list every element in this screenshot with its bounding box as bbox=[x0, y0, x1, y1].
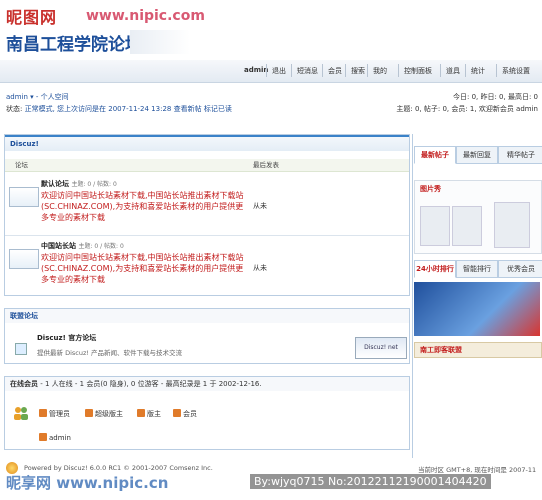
nav-stats[interactable]: 统计 bbox=[471, 66, 485, 76]
status-line: 状态: 正常模式, 您上次访问是在 2007-11-24 13:28 查看新帖 … bbox=[6, 104, 232, 114]
user-admin-icon bbox=[39, 433, 47, 441]
legend-member: 会员 bbox=[173, 409, 197, 419]
legend-mod: 版主 bbox=[137, 409, 161, 419]
tab-top-members[interactable]: 优秀会员 bbox=[498, 260, 542, 278]
nav-separator bbox=[367, 64, 368, 77]
union-forum-desc: 提供最新 Discuz! 产品新闻、软件下载与技术交流 bbox=[37, 349, 183, 357]
footer-powered: Powered by Discuz! 6.0.0 RC1 © 2001-2007… bbox=[24, 464, 213, 472]
nav-separator bbox=[266, 64, 267, 77]
nav-separator bbox=[398, 64, 399, 77]
forum-name[interactable]: 中国站长站 主题: 0 / 帖数: 0 bbox=[41, 241, 124, 251]
forum-lastpost: 从未 bbox=[253, 264, 267, 272]
legend-admin: 管理员 bbox=[39, 409, 70, 419]
banner-image[interactable] bbox=[414, 282, 540, 336]
forum-icon bbox=[9, 249, 39, 269]
forum-lastpost: 从未 bbox=[253, 202, 267, 210]
footer-watermark: 昵享网 www.nipic.cn bbox=[6, 474, 169, 492]
user-link[interactable]: admin bbox=[6, 93, 28, 101]
forum-description: 欢迎访问中国站长站素材下载,中国站长站推出素材下载站(SC.CHINAZ.COM… bbox=[41, 191, 244, 222]
thumbnail-image[interactable] bbox=[452, 206, 482, 246]
thumbnail-image[interactable] bbox=[494, 202, 530, 248]
forum-description: 欢迎访问中国站长站素材下载,中国站长站推出素材下载站(SC.CHINAZ.COM… bbox=[41, 253, 244, 284]
nav-separator bbox=[345, 64, 346, 77]
nav-bar bbox=[0, 60, 542, 83]
online-box-title[interactable]: 在线会员 - 1 人在线 - 1 会员(0 隐身), 0 位游客 - 最高纪录是… bbox=[5, 377, 409, 391]
tab-latest-replies[interactable]: 最新回复 bbox=[456, 146, 498, 164]
nav-settings[interactable]: 系统设置 bbox=[502, 66, 530, 76]
dropdown-arrow-icon[interactable]: ▾ bbox=[30, 93, 34, 101]
online-user[interactable]: admin bbox=[39, 433, 71, 442]
user-member-icon bbox=[173, 409, 181, 417]
nav-messages[interactable]: 短消息 bbox=[297, 66, 318, 76]
space-link[interactable]: 个人空间 bbox=[41, 93, 69, 101]
forum-icon bbox=[9, 187, 39, 207]
col-forum-label: 论坛 bbox=[15, 161, 28, 169]
nav-separator bbox=[291, 64, 292, 77]
union-logo[interactable]: Discuz! net bbox=[355, 337, 407, 359]
legend-super-mod: 超级版主 bbox=[85, 409, 123, 419]
forum-box-title[interactable]: Discuz! bbox=[5, 135, 409, 151]
tab-smart-rank[interactable]: 智能排行 bbox=[456, 260, 498, 278]
watermark-logo: 昵图网 bbox=[6, 8, 58, 27]
nav-control-panel[interactable]: 控制面板 bbox=[404, 66, 432, 76]
stats-today: 今日: 0, 昨日: 0, 最高日: 0 bbox=[452, 93, 538, 101]
nav-search[interactable]: 搜索 bbox=[351, 66, 365, 76]
union-forum-name[interactable]: Discuz! 官方论坛 bbox=[37, 333, 96, 343]
footer-by-label: By:wjyq0715 No:20122112190001404420 bbox=[250, 474, 491, 489]
picture-show-label: 图片秀 bbox=[420, 185, 441, 193]
nav-props[interactable]: 道具 bbox=[446, 66, 460, 76]
nav-members[interactable]: 会员 bbox=[328, 66, 342, 76]
nav-logout[interactable]: 退出 bbox=[272, 66, 286, 76]
footer-time: 当前时区 GMT+8, 现在时间是 2007-11 bbox=[418, 466, 537, 474]
nav-separator bbox=[496, 64, 497, 77]
user-mod-icon bbox=[137, 409, 145, 417]
col-lastpost-label: 最后发表 bbox=[253, 161, 279, 169]
header-decoration bbox=[130, 30, 190, 54]
union-box: 联盟论坛 Discuz! 官方论坛 提供最新 Discuz! 产品新闻、软件下载… bbox=[4, 308, 410, 364]
tab-latest-posts[interactable]: 最新帖子 bbox=[414, 146, 456, 164]
union-box-title[interactable]: 联盟论坛 bbox=[5, 309, 409, 323]
nav-separator bbox=[465, 64, 466, 77]
nav-username[interactable]: admin bbox=[244, 66, 268, 74]
forum-box: Discuz! 论坛 最后发表 默认论坛 主题: 0 / 帖数: 0 欢迎访问中… bbox=[4, 134, 410, 296]
row-divider bbox=[5, 235, 409, 236]
union-forum-icon bbox=[15, 343, 27, 355]
status-text: 正常模式, 您上次访问是在 2007-11-24 13:28 bbox=[24, 105, 172, 113]
tab-24h-rank[interactable]: 24小时排行 bbox=[414, 260, 456, 278]
nav-mine[interactable]: 我的 bbox=[373, 66, 387, 76]
union-link[interactable]: 南工即客联盟 bbox=[420, 345, 462, 355]
watermark-url: www.nipic.com bbox=[86, 8, 205, 24]
status-label: 状态: bbox=[6, 105, 23, 113]
tab-digest[interactable]: 精华帖子 bbox=[498, 146, 542, 164]
nav-separator bbox=[440, 64, 441, 77]
thumbnail-image[interactable] bbox=[420, 206, 450, 246]
forum-meta: 主题: 0 / 帖数: 0 bbox=[71, 181, 117, 188]
stats-totals: 主题: 0, 帖子: 0, 会员: 1, 欢迎新会员 admin bbox=[396, 105, 538, 113]
users-icon bbox=[13, 405, 29, 421]
forum-list-header: 论坛 最后发表 bbox=[5, 159, 409, 172]
forum-meta: 主题: 0 / 帖数: 0 bbox=[78, 243, 124, 250]
view-new-link[interactable]: 查看新帖 bbox=[174, 105, 202, 113]
mark-read-link[interactable]: 标记已读 bbox=[204, 105, 232, 113]
user-line: admin ▾ - 个人空间 bbox=[6, 93, 69, 101]
forum-title[interactable]: 南昌工程学院论坛 bbox=[6, 30, 142, 55]
user-supermod-icon bbox=[85, 409, 93, 417]
forum-name[interactable]: 默认论坛 主题: 0 / 帖数: 0 bbox=[41, 179, 117, 189]
nav-separator bbox=[322, 64, 323, 77]
user-admin-icon bbox=[39, 409, 47, 417]
online-box: 在线会员 - 1 人在线 - 1 会员(0 隐身), 0 位游客 - 最高纪录是… bbox=[4, 376, 410, 450]
